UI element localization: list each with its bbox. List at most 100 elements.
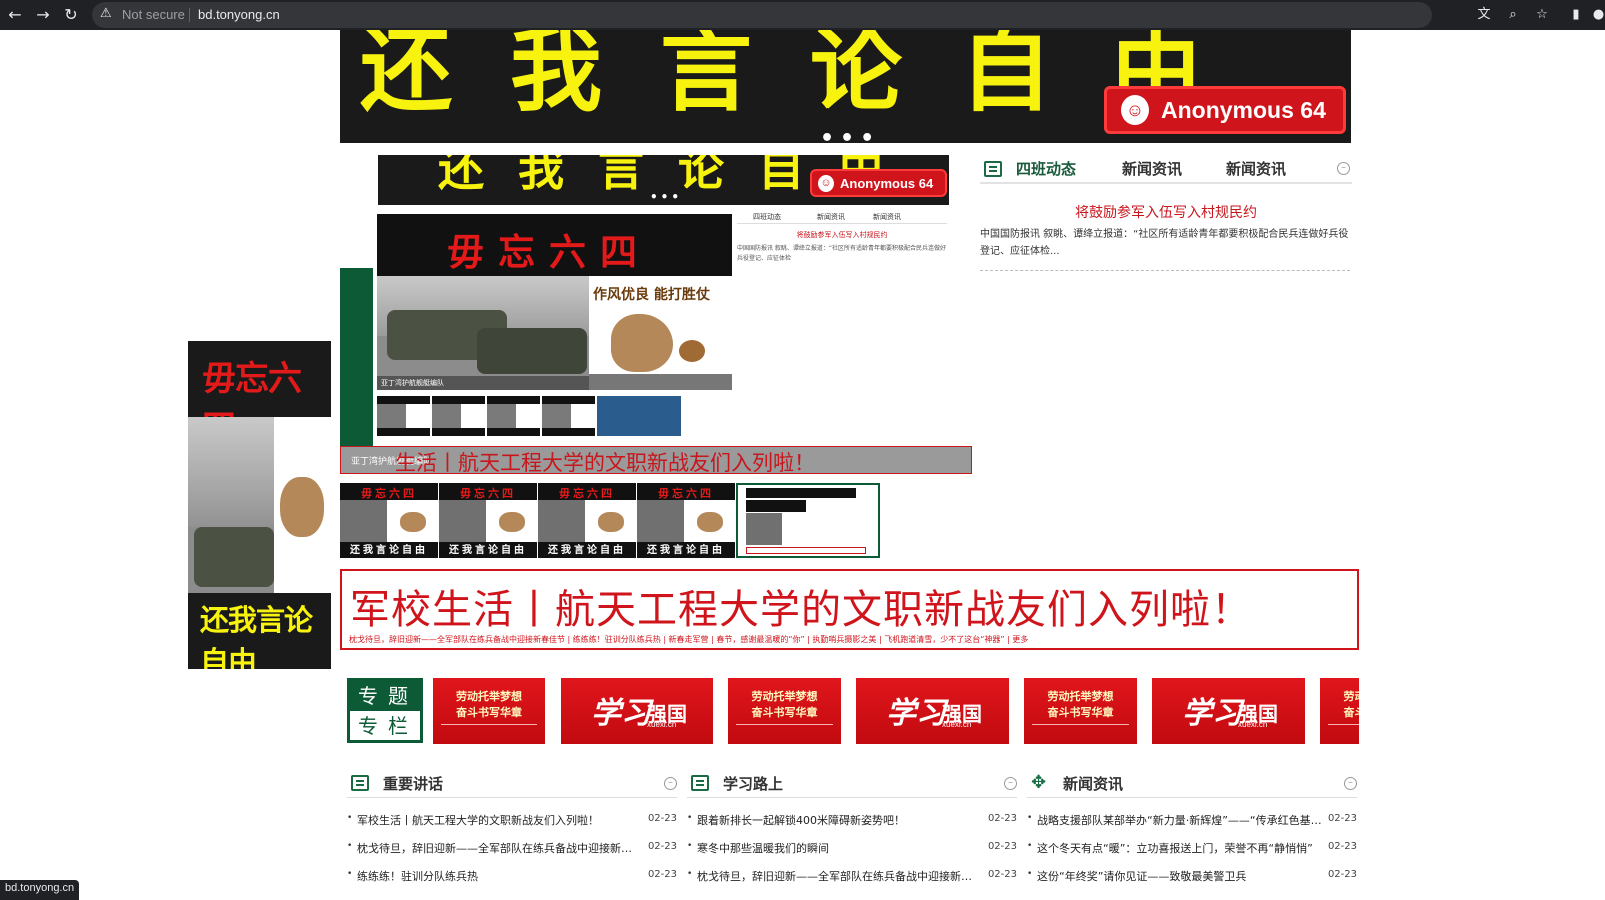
bookmark-star-icon[interactable]: ☆ [1532,5,1552,25]
tank-photo: 亚丁湾护航舰艇编队 [377,276,589,390]
browser-toolbar: ← → ↻ ⚠ Not secure bd.tonyong.cn 文 ⌕ ☆ ▮… [0,0,1605,30]
film-thumb[interactable]: 毋忘六四 还我言论自由 [637,483,735,558]
nested-anonymous-badge: ☺ Anonymous 64 [810,169,947,197]
translate-icon[interactable]: 文 [1474,5,1494,25]
panel-headline[interactable]: 将鼓励参军入伍写入村规民约 [980,202,1352,222]
photo-caption: 亚丁湾护航舰艇编队 [377,376,589,390]
back-icon[interactable]: ← [4,4,26,26]
topic-label-top: 专题 [350,681,420,711]
more-icon[interactable]: – [1004,777,1017,790]
topic-card-labor[interactable]: 劳动托举梦想奋斗书写华章 [1024,678,1137,744]
nested-badge-text: Anonymous 64 [840,175,934,191]
column-title[interactable]: 重要讲话 [383,773,443,794]
badge-text: Anonymous 64 [1161,96,1326,123]
column-header: 重要讲话 – [347,768,677,798]
list-item[interactable]: • 练练练！驻训分队练兵热 02-23 [347,866,677,894]
column-header: 新闻资讯 – [1027,768,1357,798]
column-news: 新闻资讯 – •战略支援部队某部举办“新力量·新辉煌”——“传承红色基因”02-… [1027,768,1357,894]
topic-card-xuexi[interactable]: 学习 强国 xuexi.cn [856,678,1009,744]
topic-label-bottom: 专栏 [358,714,418,738]
special-topics-label: 专题 专栏 [347,678,423,743]
mini-summary: 中国国防报讯 叙眺、谭绛立报道：“社区所有适龄青年都要积极配合民兵连做好兵役登记… [737,245,947,262]
mini-tabs: 四班动态 新闻资讯 新闻资讯 [737,210,947,224]
reload-icon[interactable]: ↻ [60,4,82,26]
slider-caption[interactable]: 亚丁湾护航舰艇编队 生活丨航天工程大学的文职新战友们入列啦！ [340,446,972,475]
more-icon[interactable]: – [1337,162,1350,175]
mini-thumb[interactable] [597,396,681,436]
divider [189,8,190,22]
nested-banner-dots: ••• [650,190,683,204]
topic-card-xuexi[interactable]: 学习 强国 xuexi.cn [561,678,713,744]
top-banner[interactable]: 还我言论自由 ☺ Anonymous 64 ••• [340,30,1351,143]
mini-tab-1: 四班动态 [753,213,781,221]
slider-side-strip [340,268,373,473]
column-study: 学习路上 – • 跟着新排长一起解锁400米障碍新姿势吧！ 02-23 • 寒冬中那些… [687,768,1017,894]
security-label[interactable]: Not secure [122,7,185,22]
forward-icon[interactable]: → [32,4,54,26]
headline-sublinks[interactable]: 枕戈待旦，辞旧迎新——全军部队在练兵备战中迎接新春佳节 | 练练练！驻训分队练兵… [349,634,1028,645]
thumbnail-strip: 毋忘六四 还我言论自由 毋忘六四 还我言论自由 毋忘六四 还我言论自由 毋忘六四 还我言… [340,483,880,558]
sidebar-icon[interactable]: ▮ [1566,5,1586,25]
tab-news-info[interactable]: 新闻资讯 [1122,158,1182,179]
anonymous-badge: ☺ Anonymous 64 [1104,86,1346,134]
headline-box[interactable]: 军校生活丨航天工程大学的文职新战友们入列啦！ 枕戈待旦，辞旧迎新——全军部队在练… [340,569,1359,650]
column-title[interactable]: 新闻资讯 [1063,773,1123,794]
topic-card-labor[interactable]: 劳动托举梦想奋斗书写华章 [433,678,545,744]
poster-photo [188,417,331,593]
list-item[interactable]: • 这份“年终奖”请你见证——致敬最美警卫兵 02-23 [1027,866,1357,894]
column-header: 学习路上 – [687,768,1017,798]
topic-card-labor[interactable]: 劳动托举梦想奋斗书写华章 [728,678,841,744]
mini-thumb[interactable] [487,396,540,436]
cartoon-image: 作风优良 能打胜仗 [589,276,732,390]
list-item[interactable]: • 枕戈待旦，辞旧迎新——全军部队在练兵备战中迎接新春佳节 02-23 [687,866,1017,894]
film-thumb[interactable]: 毋忘六四 还我言论自由 [538,483,636,558]
list-item[interactable]: • 这个冬天有点“暖”：立功喜报送上门，荣誉不再“静悄悄” 02-23 [1027,838,1357,866]
news-panel-tabs: 四班动态 新闻资讯 新闻资讯 – [980,152,1352,184]
more-icon[interactable]: – [664,777,677,790]
topic-carousel: 劳动托举梦想 奋斗书写华章 学习 强国 xuexi.cn 劳动托举梦想 奋斗书写华章 学… [433,678,1359,744]
film-thumb[interactable]: 毋忘六四 还我言论自由 [439,483,537,558]
list-item[interactable]: • 跟着新排长一起解锁400米障碍新姿势吧！ 02-23 [687,810,1017,838]
column-speeches: 重要讲话 – • 军校生活丨航天工程大学的文职新战友们入列啦！ 02-23 • 枕戈待… [347,768,677,894]
url-text[interactable]: bd.tonyong.cn [198,7,280,22]
nested-banner[interactable]: 还我言论自由 ☺ Anonymous 64 ••• [378,155,949,205]
film-thumb-active[interactable] [736,483,880,558]
panel-summary: 中国国防报讯 叙眺、谭绛立报道：“社区所有适龄青年都要积极配合民兵连做好兵役登记… [980,226,1350,271]
list-item[interactable]: • 军校生活丨航天工程大学的文职新战友们入列啦！ 02-23 [347,810,677,838]
news-list-icon [691,775,709,791]
list-item[interactable]: • 寒冬中那些温暖我们的瞬间 02-23 [687,838,1017,866]
mini-tab-3: 新闻资讯 [873,213,901,221]
nested-page-preview[interactable]: 毋忘六四 亚丁湾护航舰艇编队 作风优良 能打胜仗 四班动态 新闻资讯 新闻资讯 … [377,213,949,474]
poster-bottom-text: 还我言论自由 [200,603,313,669]
warning-icon[interactable]: ⚠ [100,6,112,21]
mini-thumbnails [377,396,681,436]
film-thumb[interactable]: 毋忘六四 还我言论自由 [340,483,438,558]
cartoon-title: 作风优良 能打胜仗 [593,287,710,303]
topic-card-xuexi[interactable]: 学习 强国 xuexi.cn [1152,678,1305,744]
tab-news-info-2[interactable]: 新闻资讯 [1226,158,1286,179]
mini-headline: 将鼓励参军入伍写入村规民约 [796,231,888,239]
mini-thumb[interactable] [542,396,595,436]
mini-poster-title: 毋忘六四 [447,230,651,274]
news-list-icon [984,161,1002,177]
anonymous-mask-icon: ☺ [818,174,834,192]
grid-icon [1031,772,1049,793]
list-item[interactable]: • 枕戈待旦，辞旧迎新——全军部队在练兵备战中迎接新春佳节 02-23 [347,838,677,866]
column-title[interactable]: 学习路上 [723,773,783,794]
mini-thumb[interactable] [377,396,430,436]
zoom-icon[interactable]: ⌕ [1503,5,1523,25]
address-bar[interactable]: ⚠ Not secure bd.tonyong.cn [92,2,1432,28]
anonymous-mask-icon: ☺ [1121,95,1149,125]
left-poster[interactable]: 毋忘六四 还我言论自由 [188,341,331,669]
status-bar-url: bd.tonyong.cn [0,880,80,900]
headline-title[interactable]: 军校生活丨航天工程大学的文职新战友们入列啦！ [350,577,1252,635]
mini-thumb[interactable] [432,396,485,436]
list-item[interactable]: • 战略支援部队某部举办“新力量·新辉煌”——“传承红色基因” 02-23 [1027,810,1357,838]
mini-tab-2: 新闻资讯 [817,213,845,221]
topic-card-labor[interactable]: 劳动托举梦想奋斗书写华章 [1320,678,1359,744]
tab-class-news[interactable]: 四班动态 [1016,158,1076,179]
news-list-icon [351,775,369,791]
more-icon[interactable]: – [1344,777,1357,790]
mini-poster-header: 毋忘六四 [377,214,732,276]
profile-avatar[interactable]: ● [1592,5,1605,25]
